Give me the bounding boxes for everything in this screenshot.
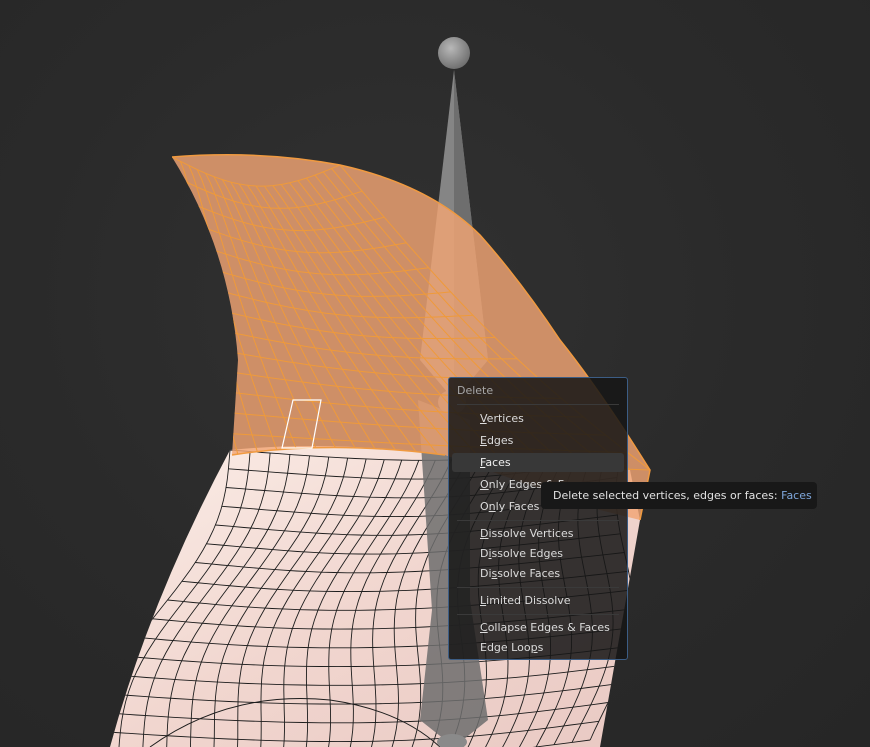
menu-divider bbox=[457, 520, 619, 521]
menu-title: Delete bbox=[457, 384, 494, 397]
menu-item-label: Edge Loo bbox=[480, 641, 531, 654]
menu-item-hotkey: V bbox=[480, 412, 487, 425]
menu-item-label: ssolve Edges bbox=[491, 547, 563, 560]
3d-viewport[interactable] bbox=[0, 0, 870, 747]
menu-item-label: solve Faces bbox=[497, 567, 561, 580]
menu-item-label: ollapse Edges & Faces bbox=[487, 621, 610, 634]
tooltip-text: Delete selected vertices, edges or faces… bbox=[553, 489, 782, 502]
menu-item-label: ertices bbox=[486, 412, 524, 425]
tooltip-highlight: Faces bbox=[781, 489, 812, 502]
menu-item-dissolve-faces[interactable]: Dissolve Faces bbox=[452, 564, 624, 583]
menu-item-hotkey: O bbox=[480, 478, 489, 491]
menu-item-collapse-edges-faces[interactable]: Collapse Edges & Faces bbox=[452, 618, 624, 637]
menu-divider bbox=[457, 587, 619, 588]
menu-item-dissolve-vertices[interactable]: Dissolve Vertices bbox=[452, 524, 624, 543]
menu-item-label: issolve Vertices bbox=[488, 527, 574, 540]
menu-item-vertices[interactable]: Vertices bbox=[452, 409, 624, 428]
mesh-scene[interactable] bbox=[0, 0, 870, 747]
operator-tooltip: Delete selected vertices, edges or faces… bbox=[541, 482, 817, 509]
menu-item-label: dges bbox=[486, 434, 514, 447]
menu-item-faces[interactable]: Faces bbox=[452, 453, 624, 472]
menu-item-label: aces bbox=[485, 456, 511, 469]
menu-item-edge-loops[interactable]: Edge Loops bbox=[452, 638, 624, 657]
delete-menu: Delete Vertices Edges Faces Only Edges & Fa… bbox=[448, 377, 628, 660]
menu-item-hotkey: C bbox=[480, 621, 488, 634]
menu-item-dissolve-edges[interactable]: Dissolve Edges bbox=[452, 544, 624, 563]
menu-item-limited-dissolve[interactable]: Limited Dissolve bbox=[452, 591, 624, 610]
menu-divider bbox=[457, 404, 619, 405]
menu-divider bbox=[457, 614, 619, 615]
menu-item-label: ly Faces bbox=[495, 500, 540, 513]
menu-item-edges[interactable]: Edges bbox=[452, 431, 624, 450]
menu-item-label: O bbox=[480, 500, 489, 513]
menu-item-hotkey: n bbox=[488, 500, 496, 513]
menu-item-label: Di bbox=[480, 567, 492, 580]
menu-item-label: s bbox=[537, 641, 544, 654]
menu-item-label: imited Dissolve bbox=[486, 594, 571, 607]
menu-item-hotkey: E bbox=[480, 434, 487, 447]
menu-item-hotkey: p bbox=[530, 641, 538, 654]
